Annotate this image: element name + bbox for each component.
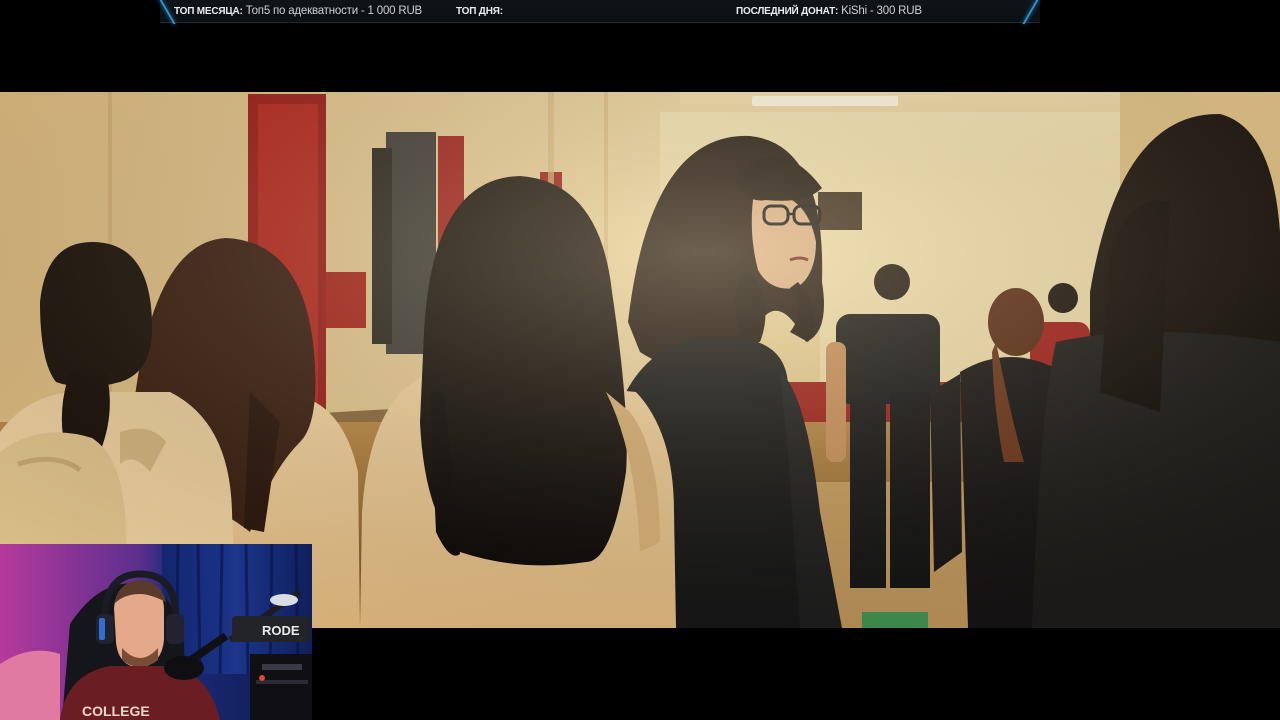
top-month-label: ТОП МЕСЯЦА: [174,6,243,17]
shirt-text: COLLEGE [82,703,150,719]
last-donation-label: ПОСЛЕДНИЙ ДОНАТ: [736,6,839,17]
ticker-right-accent [1022,0,1040,24]
streamer-webcam: COLLEGE RODE [0,544,312,720]
top-day-item: ТОП ДНЯ: [456,4,503,19]
stream-ticker-bar: ТОП МЕСЯЦА: Топ5 по адекватности - 1 000… [158,0,1040,24]
last-donation-item: ПОСЛЕДНИЙ ДОНАТ: KiShi - 300 RUB [736,4,922,19]
top-month-value: Топ5 по адекватности - 1 000 RUB [245,5,423,17]
last-donation-value: KiShi - 300 RUB [841,5,922,17]
top-day-label: ТОП ДНЯ: [456,6,503,17]
top-month-item: ТОП МЕСЯЦА: Топ5 по адекватности - 1 000… [174,4,422,19]
stream-frame: ТОП МЕСЯЦА: Топ5 по адекватности - 1 000… [0,0,1280,720]
webcam-scene: COLLEGE RODE [0,544,312,720]
ticker-left-accent [158,0,176,24]
mic-brand-label: RODE [262,623,300,638]
